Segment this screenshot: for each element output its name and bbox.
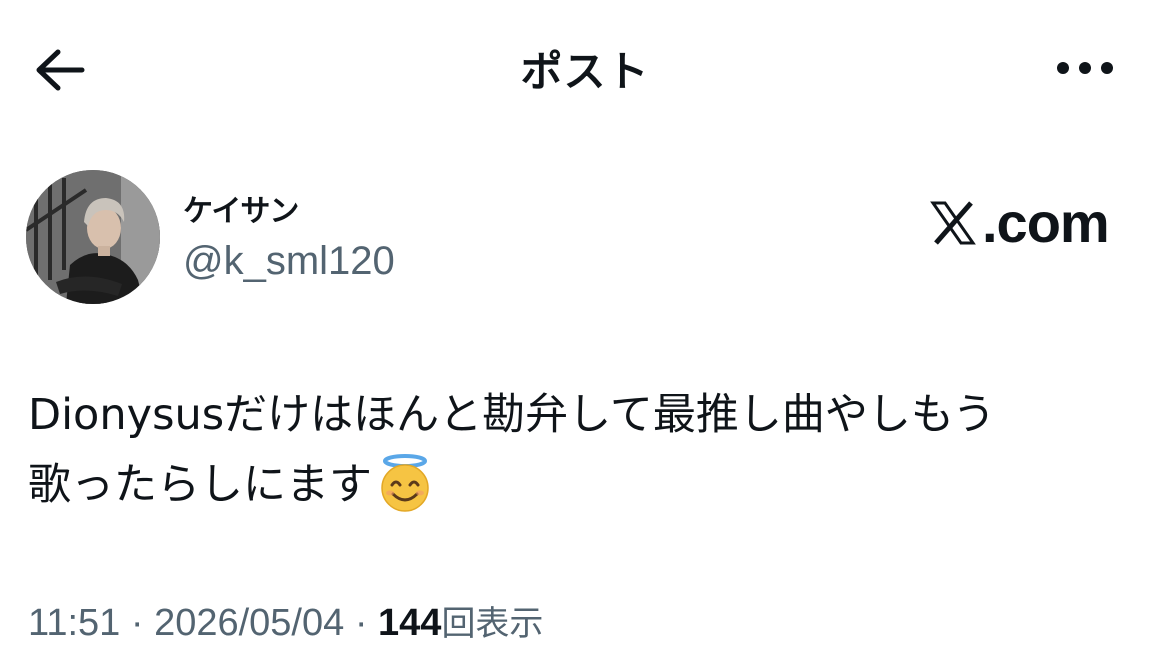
author-handle[interactable]: @k_sml120: [183, 239, 395, 284]
more-options-button[interactable]: [1050, 50, 1120, 86]
page-title: ポスト: [520, 47, 650, 96]
avatar[interactable]: [26, 170, 160, 304]
post-text-line-2-text: 歌ったらしにます: [28, 460, 372, 510]
author-display-name[interactable]: ケイサン: [183, 186, 299, 230]
post-date[interactable]: 2026/05/04: [154, 602, 344, 644]
post-detail-screen: ポスト ケイサン @k_sml120 .com Dionysusだけはほんと勘弁…: [0, 0, 1170, 648]
more-horizontal-icon: [1057, 62, 1113, 74]
views-count[interactable]: 144: [378, 602, 441, 644]
smiling-face-with-halo-icon: [381, 454, 429, 512]
meta-separator: ·: [130, 602, 144, 644]
post-time[interactable]: 11:51: [28, 602, 120, 644]
post-meta: 11:51 · 2026/05/04 · 144回表示: [28, 596, 543, 645]
views-label: 回表示: [441, 604, 544, 644]
post-text-line-1: Dionysusだけはほんと勘弁して最推し曲やしもう: [28, 390, 996, 440]
meta-separator: ·: [354, 602, 368, 644]
watermark-text: .com: [982, 191, 1110, 254]
post-text: Dionysusだけはほんと勘弁して最推し曲やしもう 歌ったらしにます: [28, 380, 1138, 520]
profile-photo: [26, 170, 160, 304]
x-com-watermark: .com: [930, 190, 1110, 255]
post-text-line-2: 歌ったらしにます: [28, 450, 1138, 520]
x-logo-icon: [930, 200, 976, 245]
